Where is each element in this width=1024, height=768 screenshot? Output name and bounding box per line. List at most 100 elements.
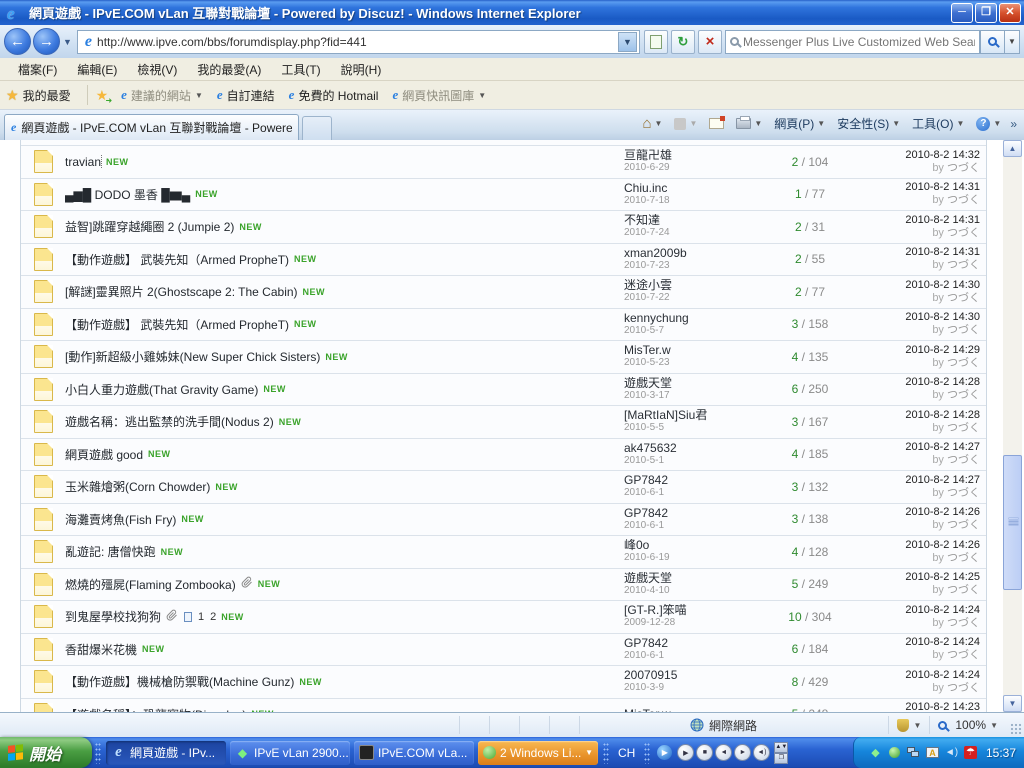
volume-tray-icon[interactable]: ◄) [944,745,959,760]
wmp-stop-button[interactable]: ■ [696,744,713,761]
author-link[interactable]: Chiu.inc [624,182,764,195]
last-poster-link[interactable]: つづく [947,454,980,466]
last-poster-link[interactable]: つづく [947,552,980,564]
author-link[interactable]: 迷途小雲 [624,279,764,292]
address-bar[interactable]: e ▼ [77,30,640,54]
author-link[interactable]: GP7842 [624,474,764,487]
restore-button[interactable]: ❐ [975,3,997,23]
wmp-next-button[interactable]: ► [734,744,751,761]
refresh-button[interactable]: ↻ [671,30,695,54]
scroll-down-button[interactable]: ▼ [1003,695,1022,712]
thread-title-link[interactable]: 網頁遊戲 good [65,446,143,463]
last-poster-link[interactable]: つづく [947,649,980,661]
compatibility-view-button[interactable] [644,30,668,54]
taskbar-task-button[interactable]: 2 Windows Li...▼ [478,741,598,765]
author-link[interactable]: ak475632 [624,442,764,455]
favorites-bar-item[interactable]: e網頁快訊圖庫▼ [385,84,493,107]
thread-title-link[interactable]: 遊戲名稱：逃出監禁的洗手間(Nodus 2) [65,413,274,430]
thread-title-link[interactable]: 玉米雜燴粥(Corn Chowder) [65,478,210,495]
search-options-dropdown[interactable]: ▼ [1005,30,1020,54]
thread-title-link[interactable]: travian [65,155,101,169]
stop-button[interactable]: × [698,30,722,54]
zoom-control[interactable]: 100%▼ [929,716,1006,734]
address-dropdown-button[interactable]: ▼ [618,32,637,52]
thread-title-link[interactable]: 益智]跳躍穿越繩圈 2 (Jumpie 2) [65,218,234,235]
tools-menu-button[interactable]: 工具(O)▼ [906,113,970,134]
author-link[interactable]: [GT-R.]笨喵 [624,604,764,617]
wmp-volume-button[interactable]: ◄) [753,744,770,761]
thread-title-link[interactable]: ▄▆█ DODO 墨香 █▆▄ [65,186,190,203]
last-poster-link[interactable]: つづく [947,487,980,499]
menu-item[interactable]: 檔案(F) [8,58,67,81]
last-poster-link[interactable]: つづく [947,324,980,336]
toolbar-grip[interactable] [603,742,609,764]
page-number-link[interactable]: 2 [210,611,216,623]
history-dropdown-icon[interactable]: ▼ [63,37,72,47]
wmp-previous-button[interactable]: ◄ [715,744,732,761]
author-link[interactable]: kennychung [624,312,764,325]
menu-item[interactable]: 編輯(E) [67,58,127,81]
thread-title-link[interactable]: 燃燒的殭屍(Flaming Zombooka) [65,576,236,593]
last-poster-link[interactable]: つづく [947,389,980,401]
read-mail-button[interactable] [703,116,730,131]
page-number-link[interactable]: 1 [198,611,204,623]
menu-item[interactable]: 我的最愛(A) [187,58,271,81]
add-to-favorites-bar-icon[interactable]: ★ [96,87,109,104]
network-tray-icon[interactable] [906,745,921,760]
last-poster-link[interactable]: つづく [947,227,980,239]
close-button[interactable]: ✕ [999,3,1021,23]
author-link[interactable]: 遊戲天堂 [624,377,764,390]
author-link[interactable]: [MaRtIaN]Siu君 [624,409,764,422]
author-link[interactable]: xman2009b [624,247,764,260]
favorites-bar-item[interactable]: e免費的 Hotmail [282,84,386,107]
search-box[interactable] [725,30,980,54]
toolbar-grip[interactable] [95,742,101,764]
vlan-tray-icon[interactable]: ◆ [868,745,883,760]
thread-title-link[interactable]: 香甜爆米花機 [65,641,137,658]
thread-title-link[interactable]: 【動作遊戲】機械槍防禦戰(Machine Gunz) [65,673,294,690]
thread-title-link[interactable]: 【動作遊戲】 武裝先知（Armed PropheT) [65,251,289,268]
help-button[interactable]: ?▼ [970,115,1007,133]
new-tab-button[interactable] [302,116,332,140]
home-button[interactable]: ⌂▼ [636,113,668,134]
protected-mode-button[interactable]: ▼ [888,716,929,734]
last-poster-link[interactable]: つづく [947,519,980,531]
author-link[interactable]: 20070915 [624,669,764,682]
author-link[interactable]: MisTer.w [624,344,764,357]
wmp-restore-button[interactable]: ❐ [774,753,788,764]
favorites-button[interactable]: 我的最愛 [23,87,71,104]
scrollbar-thumb[interactable] [1003,455,1022,590]
print-button[interactable]: ▼ [730,116,768,131]
author-link[interactable]: 遊戲天堂 [624,572,764,585]
menu-item[interactable]: 說明(H) [331,58,392,81]
last-poster-link[interactable]: つづく [947,422,980,434]
author-link[interactable]: GP7842 [624,637,764,650]
thread-title-link[interactable]: 亂遊記: 唐僧快跑 [65,543,156,560]
feeds-button[interactable]: ▼ [668,116,703,132]
last-poster-link[interactable]: つづく [947,194,980,206]
minimize-button[interactable]: ─ [951,3,973,23]
author-link[interactable]: 不知達 [624,214,764,227]
favorites-bar-item[interactable]: e建議的網站▼ [114,84,210,107]
display-tray-icon[interactable]: A [925,745,940,760]
toolbar-grip[interactable] [644,742,650,764]
thread-title-link[interactable]: [解謎]靈異照片 2(Ghostscape 2: The Cabin) [65,283,298,300]
taskbar-task-button[interactable]: IPvE.COM vLa... [354,741,474,765]
thread-title-link[interactable]: 海灘賣烤魚(Fish Fry) [65,511,176,528]
safety-menu-button[interactable]: 安全性(S)▼ [831,113,906,134]
last-poster-link[interactable]: つづく [947,259,980,271]
wmp-play-button[interactable]: ▶ [677,744,694,761]
overflow-chevron-button[interactable]: » [1007,117,1020,131]
last-poster-link[interactable]: つづく [947,162,980,174]
language-bar[interactable]: CH [612,746,641,760]
back-button[interactable]: ← [4,28,31,55]
menu-item[interactable]: 檢視(V) [127,58,187,81]
author-link[interactable]: GP7842 [624,507,764,520]
scroll-up-button[interactable]: ▲ [1003,140,1022,157]
search-go-button[interactable] [980,30,1005,54]
active-tab[interactable]: e 網頁遊戲 - IPvE.COM vLan 互聯對戰論壇 - Powere..… [4,114,299,140]
address-input[interactable] [97,35,618,49]
antivirus-tray-icon[interactable]: ☂ [963,745,978,760]
messenger-tray-icon[interactable] [887,745,902,760]
last-poster-link[interactable]: つづく [947,682,980,694]
